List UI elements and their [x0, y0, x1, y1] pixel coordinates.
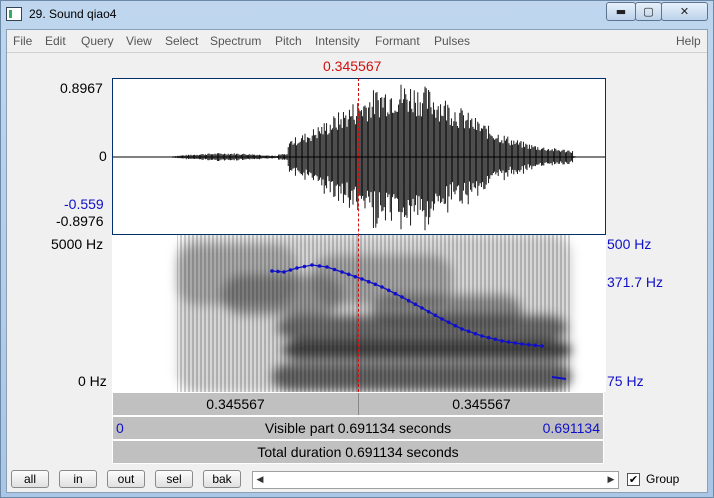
pitch-point: [288, 268, 293, 272]
pitch-point: [440, 317, 444, 321]
window-title: 29. Sound qiao4: [29, 7, 117, 21]
total-duration-label: Total duration 0.691134 seconds: [257, 444, 459, 460]
pitch-point: [325, 265, 329, 269]
segment-bar[interactable]: 0.345567 0.345567: [112, 392, 604, 416]
pitch-point: [413, 302, 418, 307]
total-duration-bar[interactable]: Total duration 0.691134 seconds: [112, 440, 604, 464]
scroll-left-icon[interactable]: ◀: [253, 472, 267, 488]
zoom-in-button[interactable]: in: [59, 470, 97, 488]
waveform-max-label: 0.8967: [60, 80, 103, 96]
spectrogram-bottom-label: 0 Hz: [78, 373, 107, 389]
praat-sound-window: 29. Sound qiao4 ▬ ▢ ✕ File Edit Query Vi…: [0, 0, 714, 498]
minimize-button[interactable]: ▬: [606, 2, 636, 21]
pitch-point: [360, 277, 364, 281]
pitch-point: [366, 279, 371, 284]
visible-end-label: 0.691134: [542, 420, 600, 436]
menu-file[interactable]: File: [13, 34, 32, 48]
pitch-bottom-label: 75 Hz: [607, 373, 644, 389]
pitch-point: [295, 266, 299, 270]
pitch-point: [346, 272, 351, 277]
close-button[interactable]: ✕: [661, 2, 708, 21]
waveform-min-label: -0.8976: [56, 213, 104, 229]
waveform-plot: [113, 84, 605, 231]
pitch-point: [433, 313, 438, 318]
pitch-point: [310, 263, 314, 267]
pitch-point: [520, 342, 524, 346]
pitch-point: [493, 337, 498, 342]
waveform-cursor-value-label: -0.559: [64, 196, 104, 212]
app-icon: [6, 7, 22, 21]
pitch-point: [533, 343, 538, 348]
time-cursor-line[interactable]: [358, 78, 359, 392]
menu-edit[interactable]: Edit: [45, 34, 66, 48]
cursor-time-label: 0.345567: [323, 58, 382, 74]
pitch-point: [513, 341, 518, 345]
pitch-point: [473, 331, 478, 336]
menu-bar: File Edit Query View Select Spectrum Pit…: [7, 30, 707, 53]
pitch-point: [460, 327, 464, 331]
pitch-point: [420, 306, 424, 310]
pitch-point: [446, 320, 451, 325]
maximize-button[interactable]: ▢: [635, 2, 662, 21]
visible-part-label: Visible part 0.691134 seconds: [264, 420, 452, 436]
pitch-point: [500, 339, 504, 343]
pitch-point: [400, 295, 404, 299]
scroll-right-icon[interactable]: ▶: [604, 472, 618, 488]
pitch-point: [426, 309, 431, 314]
menu-help[interactable]: Help: [676, 34, 701, 48]
pitch-point: [386, 288, 391, 293]
zoom-out-button[interactable]: out: [107, 470, 145, 488]
zoom-back-button[interactable]: bak: [203, 470, 241, 488]
pitch-point: [317, 264, 322, 268]
pitch-point: [340, 270, 344, 274]
pitch-top-label: 500 Hz: [607, 236, 652, 252]
menu-spectrum[interactable]: Spectrum: [210, 34, 261, 48]
group-label: Group: [646, 472, 680, 486]
menu-select[interactable]: Select: [165, 34, 198, 48]
pitch-point: [373, 282, 378, 287]
pitch-point: [353, 274, 358, 279]
pitch-point: [276, 269, 280, 274]
segment-right[interactable]: 0.345567: [359, 393, 604, 415]
pitch-point: [406, 298, 411, 303]
spectrogram-panel[interactable]: [112, 235, 606, 392]
pitch-point: [393, 291, 398, 296]
bottom-toolbar: all in out sel bak ◀ ▶ ✔ Group: [7, 466, 707, 492]
pitch-point: [453, 323, 458, 328]
spectrogram-top-label: 5000 Hz: [51, 236, 104, 252]
pitch-point: [526, 342, 531, 347]
pitch-point: [486, 335, 491, 340]
segment-left[interactable]: 0.345567: [113, 393, 359, 415]
waveform-zero-label: 0: [99, 148, 107, 164]
pitch-point: [480, 334, 484, 338]
pitch-point: [332, 267, 337, 272]
menu-view[interactable]: View: [126, 34, 152, 48]
menu-intensity[interactable]: Intensity: [315, 34, 360, 48]
menu-pitch[interactable]: Pitch: [275, 34, 302, 48]
zoom-all-button[interactable]: all: [11, 470, 49, 488]
visible-part-bar[interactable]: 0 Visible part 0.691134 seconds 0.691134: [112, 416, 604, 440]
pitch-point: [540, 344, 544, 348]
visible-start-label: 0: [116, 420, 124, 436]
title-bar[interactable]: 29. Sound qiao4 ▬ ▢ ✕: [1, 1, 713, 28]
pitch-point: [466, 329, 471, 334]
menu-pulses[interactable]: Pulses: [434, 34, 470, 48]
spectrogram-plot: [177, 235, 572, 392]
pitch-point: [302, 264, 307, 269]
menu-query[interactable]: Query: [81, 34, 114, 48]
pitch-point: [380, 285, 384, 289]
pitch-point: [506, 340, 511, 344]
pitch-value-label: 371.7 Hz: [607, 274, 664, 290]
pitch-point: [270, 269, 274, 273]
horizontal-scrollbar[interactable]: ◀ ▶: [252, 471, 619, 489]
waveform-panel[interactable]: [112, 78, 606, 235]
zoom-selection-button[interactable]: sel: [155, 470, 193, 488]
menu-formant[interactable]: Formant: [375, 34, 420, 48]
editor-area: File Edit Query View Select Spectrum Pit…: [6, 29, 708, 493]
group-checkbox[interactable]: ✔: [627, 473, 640, 486]
pitch-point: [282, 270, 286, 274]
